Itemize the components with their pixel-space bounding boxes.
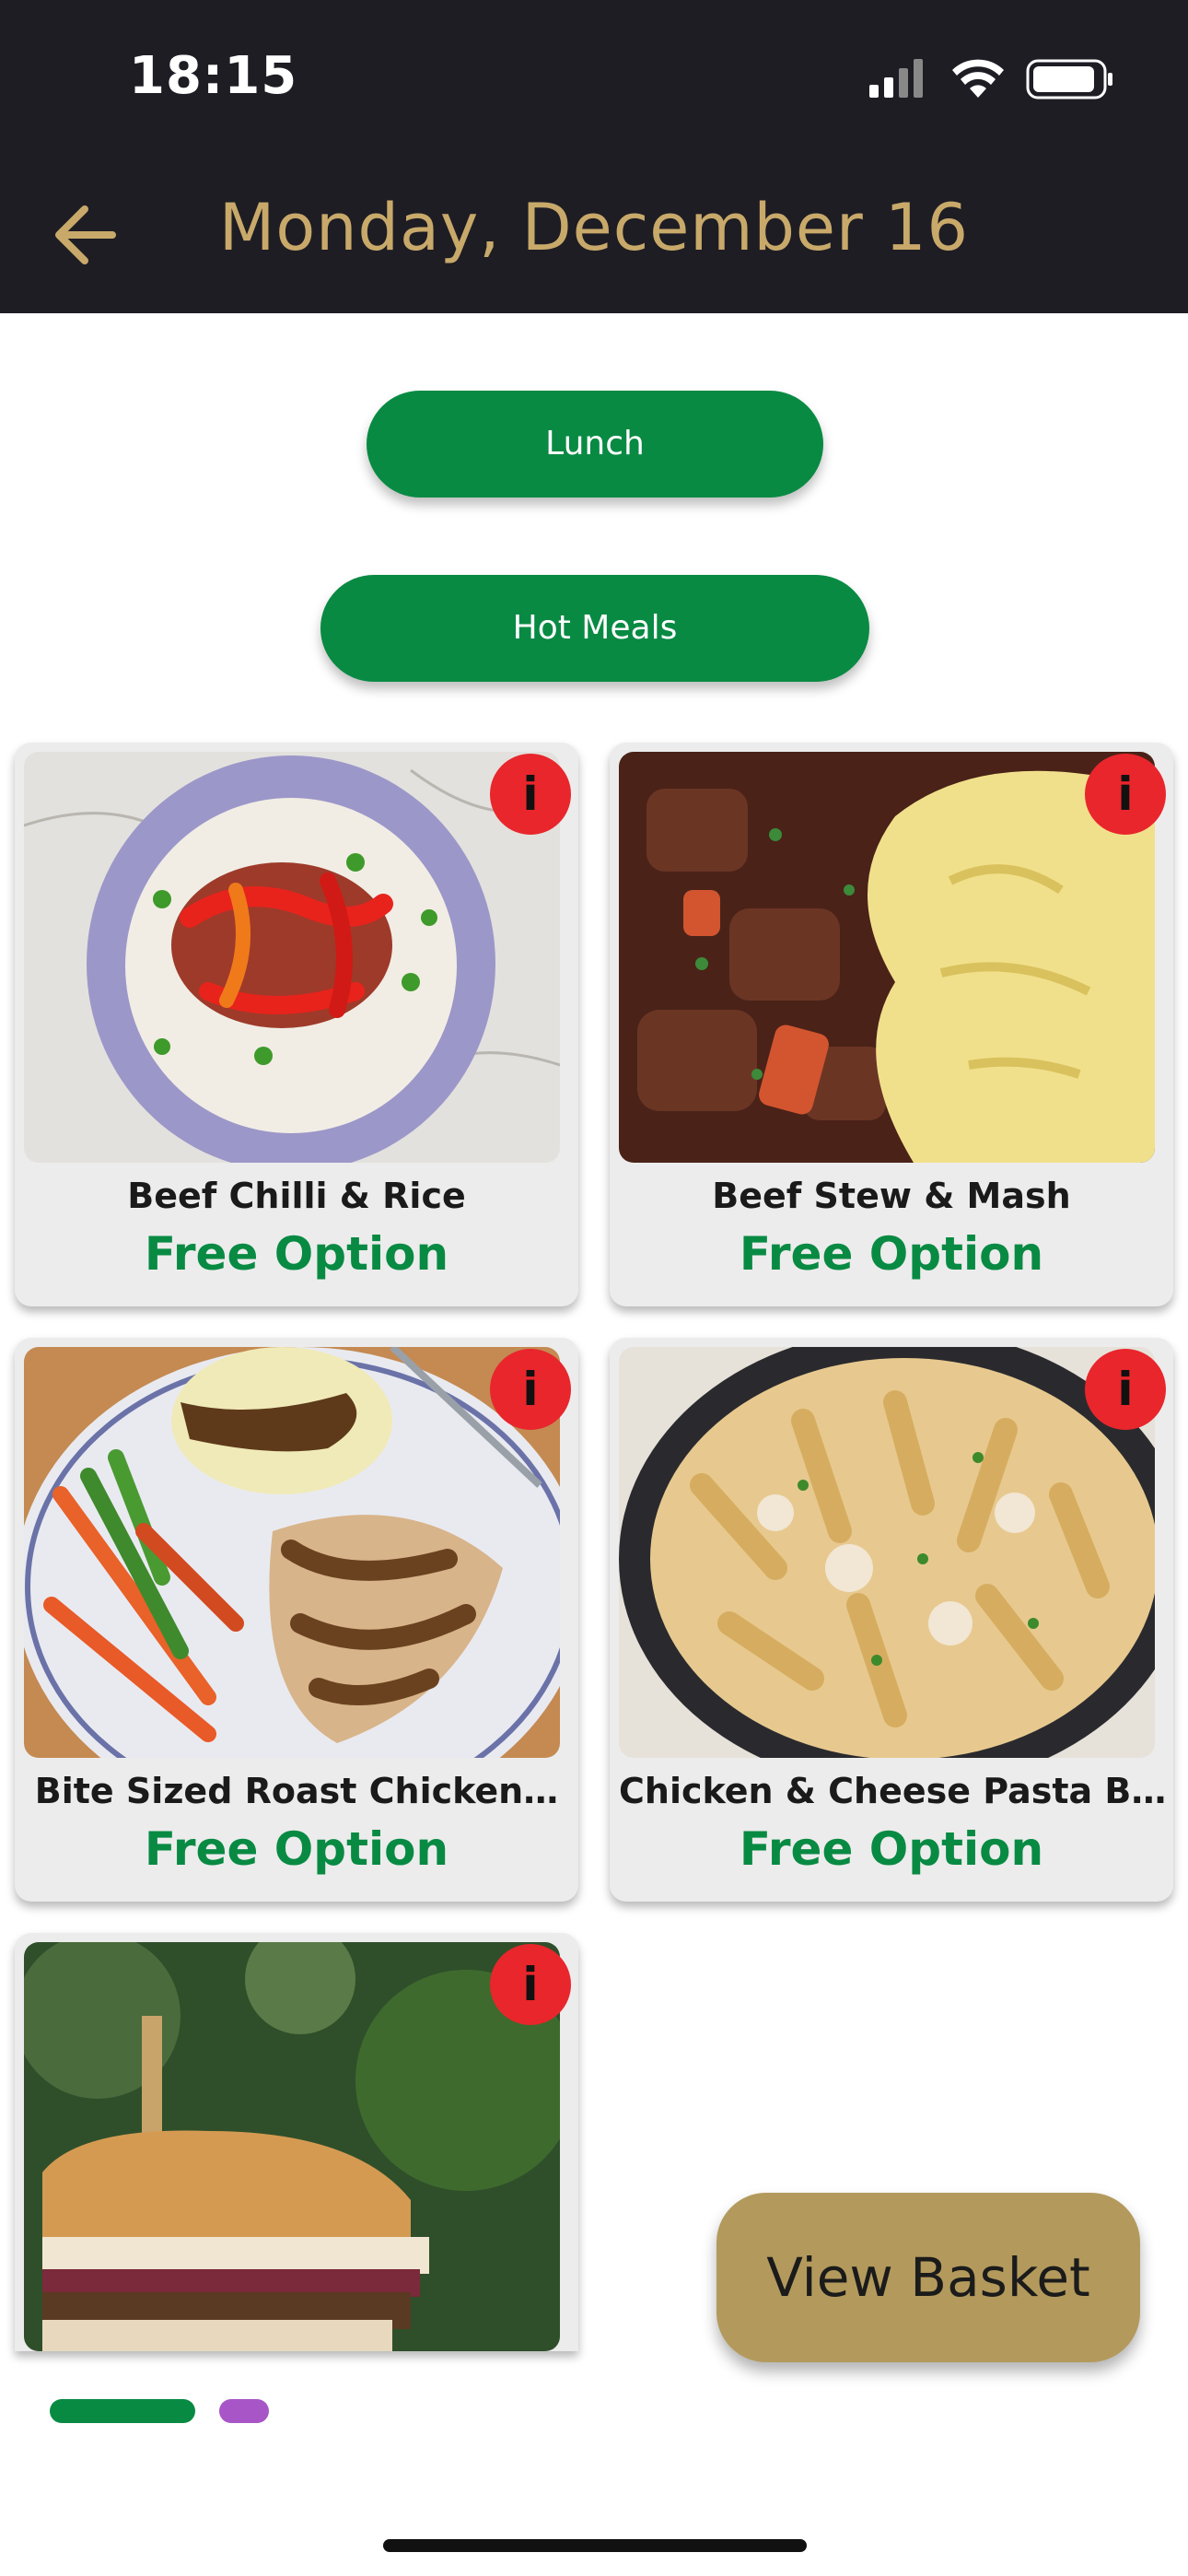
status-time: 18:15	[129, 46, 298, 106]
app-header: Monday, December 16	[0, 157, 1188, 313]
menu-item-card[interactable]: i Beef Stew & Mash Free Option	[610, 743, 1173, 1306]
menu-item-price: Free Option	[144, 1822, 449, 1876]
category-button[interactable]: Hot Meals	[320, 575, 869, 682]
menu-item-image	[24, 1942, 560, 2351]
page-indicator	[219, 2399, 269, 2423]
menu-item-name: Chicken & Cheese Pasta B…	[619, 1771, 1164, 1811]
info-icon[interactable]: i	[1085, 1349, 1166, 1430]
signal-icon	[869, 59, 923, 98]
menu-item-card[interactable]: i Chicken & Cheese Pasta B… Free Option	[610, 1338, 1173, 1902]
info-icon[interactable]: i	[490, 754, 571, 835]
menu-item-name: Beef Chilli & Rice	[127, 1176, 466, 1216]
menu-item-price: Free Option	[144, 1227, 449, 1281]
menu-item-name: Bite Sized Roast Chicken…	[34, 1771, 559, 1811]
menu-item-name: Beef Stew & Mash	[712, 1176, 1071, 1216]
view-basket-button[interactable]: View Basket	[716, 2193, 1140, 2362]
menu-item-image	[619, 1347, 1155, 1758]
menu-item-card[interactable]: i Beef Chilli & Rice Free Option	[15, 743, 578, 1306]
page-title: Monday, December 16	[218, 190, 970, 265]
menu-item-image	[24, 752, 560, 1163]
menu-item-card[interactable]: i Bite Sized Roast Chicken… Free Option	[15, 1338, 578, 1902]
info-icon[interactable]: i	[490, 1349, 571, 1430]
menu-item-price: Free Option	[739, 1822, 1044, 1876]
status-icons	[869, 59, 1112, 100]
info-icon[interactable]: i	[1085, 754, 1166, 835]
page-indicator-active	[50, 2399, 195, 2423]
meal-period-button[interactable]: Lunch	[367, 391, 823, 498]
info-icon[interactable]: i	[490, 1944, 571, 2025]
wifi-icon	[952, 59, 1004, 98]
menu-item-card[interactable]: i	[15, 1933, 578, 2351]
menu-item-price: Free Option	[739, 1227, 1044, 1281]
status-bar: 18:15	[0, 0, 1188, 157]
menu-item-image	[24, 1347, 560, 1758]
battery-icon	[1026, 59, 1112, 100]
home-indicator	[383, 2539, 807, 2552]
menu-item-image	[619, 752, 1155, 1163]
